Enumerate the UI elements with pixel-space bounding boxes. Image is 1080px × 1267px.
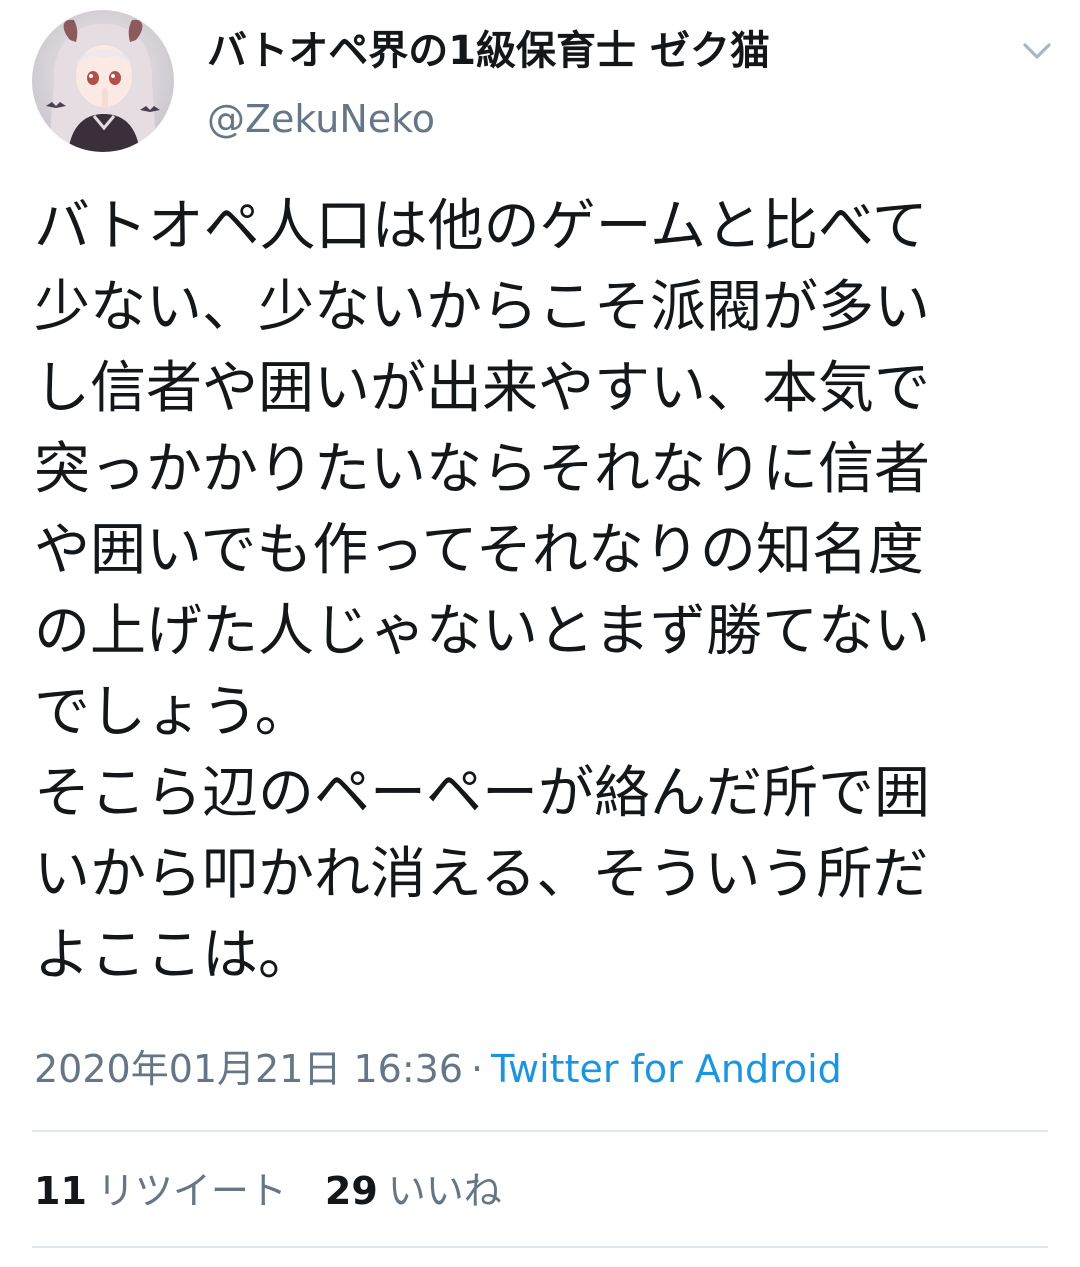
user-handle[interactable]: @ZekuNeko bbox=[207, 94, 435, 144]
chevron-down-icon[interactable] bbox=[1018, 36, 1056, 66]
retweets-label: リツイート bbox=[96, 1169, 287, 1213]
tweet-text: バトオペ人口は他のゲームと比べて 少ない、少ないからこそ派閥が多い し信者や囲い… bbox=[34, 194, 930, 988]
profile-avatar-icon[interactable] bbox=[32, 10, 174, 152]
likes-count: 29 bbox=[324, 1169, 378, 1213]
meta-separator: · bbox=[471, 1047, 484, 1091]
divider bbox=[32, 1246, 1048, 1248]
retweets-count: 11 bbox=[34, 1169, 87, 1213]
divider bbox=[32, 1130, 1048, 1132]
likes-label: いいね bbox=[387, 1169, 502, 1213]
likes-stat[interactable]: 29 いいね bbox=[325, 1166, 502, 1216]
tweet-stats: 11 リツイート 29 いいね bbox=[34, 1166, 502, 1216]
tweet-detail: バトオペ界の1級保育士 ゼク猫 @ZekuNeko バトオペ人口は他のゲームと比… bbox=[0, 0, 1080, 1267]
display-name[interactable]: バトオペ界の1級保育士 ゼク猫 bbox=[207, 24, 770, 78]
tweet-source-link[interactable]: Twitter for Android bbox=[491, 1047, 842, 1091]
tweet-timestamp[interactable]: 2020年01月21日 16:36 bbox=[34, 1047, 463, 1091]
tweet-meta: 2020年01月21日 16:36 · Twitter for Android bbox=[34, 1044, 842, 1094]
retweets-stat[interactable]: 11 リツイート bbox=[34, 1166, 287, 1216]
